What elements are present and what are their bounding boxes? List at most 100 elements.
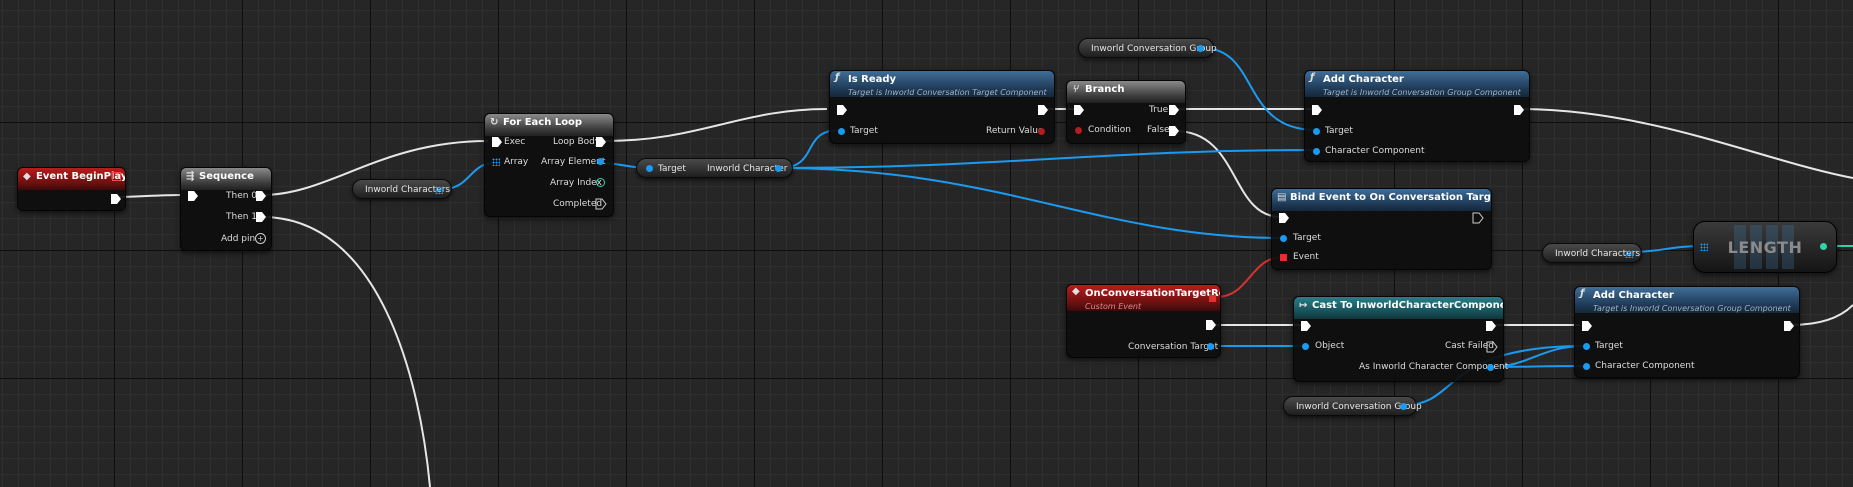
array-input-pin[interactable] (492, 158, 500, 166)
node-title: Add Character (1593, 290, 1674, 301)
character-component-input-pin[interactable] (1313, 148, 1320, 155)
event-begin-play-node[interactable]: ◆ Event BeginPlay (17, 167, 126, 211)
inworld-characters-variable[interactable]: Inworld Characters (1542, 243, 1642, 263)
target-input-pin[interactable] (1280, 235, 1287, 242)
exec-wire (1174, 130, 1282, 218)
true-output-pin[interactable] (1168, 104, 1180, 116)
get-inworld-character-node[interactable]: Target Inworld Character (636, 158, 793, 178)
target-label: Target (1293, 233, 1321, 243)
target-input-pin[interactable] (838, 128, 845, 135)
event-icon: ◆ (1072, 286, 1080, 297)
array-pin-icon[interactable] (435, 186, 443, 194)
inworld-conversation-group-variable[interactable]: Inworld Conversation Group (1078, 38, 1217, 58)
exec-label: Exec (504, 137, 526, 147)
exec-output-pin[interactable] (1037, 104, 1049, 116)
array-label: Array (504, 157, 529, 167)
target-label: Target (658, 164, 686, 174)
sequence-icon: ⇶ (186, 171, 195, 182)
exec-input-pin[interactable] (1581, 320, 1593, 332)
node-title: Is Ready (848, 74, 897, 85)
exec-input-pin[interactable] (1311, 104, 1323, 116)
exec-input-pin[interactable] (836, 104, 848, 116)
exec-wire (117, 194, 181, 198)
array-element-pin[interactable] (597, 158, 604, 165)
inworld-conversation-group-variable[interactable]: Inworld Conversation Group (1283, 396, 1422, 416)
then-1-label: Then 1 (226, 212, 258, 222)
exec-output-pin[interactable] (1513, 104, 1525, 116)
then-0-label: Then 0 (226, 191, 258, 201)
loop-body-pin[interactable] (595, 136, 607, 148)
delegate-icon (112, 172, 121, 181)
object-output-pin[interactable] (1197, 45, 1204, 52)
exec-output-pin[interactable] (1205, 319, 1217, 331)
then-1-pin[interactable] (255, 211, 267, 223)
conversation-target-pin[interactable] (1207, 343, 1214, 350)
exec-output-pin[interactable] (1783, 320, 1795, 332)
function-icon: ƒ (1310, 72, 1315, 83)
false-label: False (1147, 125, 1170, 135)
cast-failed-pin[interactable] (1486, 341, 1498, 353)
node-title: For Each Loop (503, 117, 583, 128)
is-ready-node[interactable]: ƒ Is Ready Target is Inworld Conversatio… (829, 70, 1055, 144)
completed-pin[interactable] (595, 198, 607, 210)
node-subtitle: Target is Inworld Conversation Target Co… (848, 88, 1047, 97)
branch-icon: ⑂ (1072, 84, 1078, 95)
add-pin-icon[interactable]: + (255, 233, 266, 244)
inworld-character-output-pin[interactable] (775, 165, 782, 172)
false-output-pin[interactable] (1168, 125, 1180, 137)
then-0-pin[interactable] (255, 190, 267, 202)
object-output-pin[interactable] (1400, 403, 1407, 410)
condition-label: Condition (1088, 125, 1131, 135)
length-node[interactable]: LENGTH (1693, 221, 1837, 273)
bind-event-node[interactable]: ▤ Bind Event to On Conversation Target R… (1271, 188, 1492, 270)
array-index-label: Array Index (550, 178, 602, 188)
node-title: OnConversationTargetReady (1085, 288, 1220, 299)
return-value-pin[interactable] (1038, 128, 1045, 135)
node-title: Branch (1085, 84, 1125, 95)
target-input-pin[interactable] (646, 165, 653, 172)
function-icon: ƒ (835, 72, 840, 83)
exec-input-pin[interactable] (1073, 104, 1085, 116)
condition-input-pin[interactable] (1075, 127, 1082, 134)
delegate-output-pin[interactable] (1209, 295, 1216, 302)
event-label: Event (1293, 252, 1319, 262)
cast-to-inworld-character-component-node[interactable]: ↦ Cast To InworldCharacterComponent Obje… (1293, 296, 1508, 382)
object-input-pin[interactable] (1302, 343, 1309, 350)
target-label: Target (850, 126, 878, 136)
on-conversation-target-ready-node[interactable]: ◆ OnConversationTargetReady Custom Event… (1066, 284, 1221, 358)
integer-output-pin[interactable] (1820, 243, 1827, 250)
exec-output-pin[interactable] (1485, 320, 1497, 332)
exec-wire (1790, 304, 1853, 326)
add-character-node[interactable]: ƒ Add Character Target is Inworld Conver… (1304, 70, 1530, 162)
loop-icon: ↻ (490, 117, 499, 128)
node-title: Cast To InworldCharacterComponent (1312, 300, 1503, 311)
exec-input-pin[interactable] (491, 136, 503, 148)
target-input-pin[interactable] (1583, 343, 1590, 350)
character-component-input-pin[interactable] (1583, 363, 1590, 370)
exec-output-pin[interactable] (110, 193, 122, 205)
target-label: Target (1325, 126, 1353, 136)
exec-input-pin[interactable] (1278, 212, 1290, 224)
exec-wire (1517, 108, 1853, 179)
return-value-label: Return Value (986, 126, 1044, 136)
add-character-node[interactable]: ƒ Add Character Target is Inworld Conver… (1574, 286, 1800, 378)
character-component-label: Character Component (1325, 146, 1425, 156)
object-wire (778, 149, 1317, 169)
conversation-target-label: Conversation Target (1128, 342, 1219, 352)
event-input-pin[interactable] (1280, 254, 1287, 261)
sequence-node[interactable]: ⇶ Sequence Then 0 Then 1 Add pin + (180, 167, 272, 251)
exec-input-pin[interactable] (187, 190, 199, 202)
for-each-loop-node[interactable]: ↻ For Each Loop Exec Loop Body Array Arr… (484, 113, 614, 217)
as-component-pin[interactable] (1487, 364, 1494, 371)
as-component-label: As Inworld Character Component (1359, 362, 1509, 372)
exec-input-pin[interactable] (1300, 320, 1312, 332)
then-output-pin[interactable] (1472, 212, 1484, 224)
array-index-pin[interactable] (596, 178, 605, 187)
node-title: Add Character (1323, 74, 1404, 85)
inworld-characters-variable[interactable]: Inworld Characters (352, 179, 452, 199)
target-input-pin[interactable] (1313, 128, 1320, 135)
branch-node[interactable]: ⑂ Branch True Condition False (1066, 80, 1186, 144)
array-pin-icon[interactable] (1625, 250, 1633, 258)
add-pin-label[interactable]: Add pin (221, 234, 255, 244)
function-icon: ƒ (1580, 288, 1585, 299)
